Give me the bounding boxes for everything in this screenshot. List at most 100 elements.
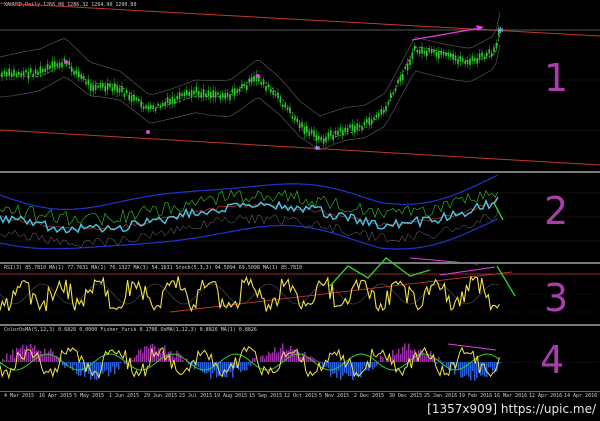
osma-histogram-bar (396, 353, 398, 362)
candle-body (435, 51, 438, 57)
candle-body (164, 101, 166, 106)
candle-body (373, 117, 375, 120)
osma-histogram-bar (330, 362, 332, 377)
fractal-marker (146, 130, 150, 134)
osma-histogram-bar (462, 362, 464, 378)
candle-body (306, 126, 308, 133)
candle-body (202, 89, 205, 96)
candle-body (42, 68, 44, 73)
candle-body (54, 61, 56, 68)
envelope-upper-line (0, 12, 501, 117)
osma-histogram-bar (420, 349, 422, 362)
candle-body (147, 105, 150, 110)
osma-histogram-bar (146, 346, 148, 362)
candle-body (140, 101, 142, 108)
date-tick-label: 5 May 2015 (74, 393, 105, 399)
candle-body (289, 107, 291, 114)
osma-histogram-bar (274, 347, 276, 362)
candle-body (97, 85, 99, 88)
star-marker: ✱ (314, 145, 319, 152)
rsi-pane[interactable]: RSI(3) 85.7810 MA(1) 77.7631 MA(1) 70.13… (0, 257, 600, 324)
candle-body (296, 118, 298, 123)
candle-body (126, 90, 128, 94)
candle-body (152, 105, 154, 109)
osma-pane[interactable]: ColorOsMA(5,12,3) 0.6826 0.0000 Fisher_Y… (0, 326, 600, 391)
candle-body (219, 94, 222, 100)
candle-body (222, 93, 224, 98)
candle-body (22, 71, 25, 76)
candle-body (366, 119, 368, 123)
candle-body (260, 81, 262, 85)
candle-body (310, 129, 313, 133)
candle-body (13, 69, 15, 76)
candle-body (224, 93, 226, 100)
date-tick-label: 23 Jul 2015 (179, 393, 213, 399)
candle-body (478, 53, 481, 60)
chart-window[interactable]: XAUUSD,Daily 1266.06 1286.32 1264.90 129… (0, 0, 600, 421)
osma-histogram-bar (332, 362, 334, 374)
candle-body (18, 71, 20, 76)
candle-body (253, 75, 255, 82)
osma-histogram-bar (192, 362, 194, 364)
osma-histogram-bar (470, 362, 472, 381)
candle-body (356, 123, 358, 130)
candle-body (176, 95, 178, 100)
osma-histogram-bar (328, 362, 330, 369)
osma-histogram-bar (290, 345, 292, 362)
osma-histogram-bar (406, 350, 408, 362)
date-tick-label: 2 Dec 2015 (354, 393, 385, 399)
osma-histogram-bar (358, 362, 360, 376)
osma-histogram-bar (104, 362, 106, 372)
candle-body (476, 58, 478, 64)
bands-pane[interactable]: 2 (0, 173, 600, 265)
osma-histogram-bar (428, 358, 430, 362)
price-pane[interactable]: XAUUSD,Daily 1266.06 1286.32 1264.90 129… (0, 0, 600, 171)
osma-histogram-bar (116, 362, 118, 368)
moving-average-line (0, 33, 501, 142)
candle-body (56, 63, 58, 67)
candle-body (39, 66, 42, 74)
date-tick-label: 14 Apr 2016 (564, 393, 598, 399)
osma-histogram-bar (248, 362, 250, 365)
signal-arrow (496, 265, 516, 297)
candle-body (344, 127, 346, 133)
osma-histogram-bar (80, 362, 82, 376)
candle-body (75, 69, 78, 75)
osma-histogram-bar (270, 353, 272, 362)
osma-indicator-svg (0, 343, 600, 381)
candle-body (226, 92, 229, 97)
candle-body (447, 52, 450, 57)
candle-body (459, 56, 462, 62)
candle-body (166, 97, 169, 103)
candle-body (452, 53, 454, 60)
candle-body (145, 106, 147, 109)
candle-body (102, 83, 104, 88)
candle-body (450, 53, 452, 58)
candle-body (210, 91, 212, 99)
osma-histogram-bar (466, 362, 468, 375)
osma-histogram-bar (400, 353, 402, 362)
osma-histogram-bar (472, 362, 474, 372)
candle-body (111, 87, 114, 92)
osma-histogram-bar (364, 362, 366, 367)
date-tick-label: 4 Mar 2015 (4, 393, 35, 399)
candle-body (214, 91, 217, 98)
date-tick-label: 19 Feb 2016 (459, 393, 493, 399)
candle-body (349, 124, 351, 128)
candle-body (130, 95, 133, 102)
candle-body (49, 65, 51, 69)
candle-body (234, 88, 236, 96)
candle-body (181, 93, 183, 96)
osma-histogram-bar (476, 362, 478, 379)
candle-body (20, 73, 22, 76)
osma-histogram-bar (460, 362, 462, 378)
osma-histogram-bar (182, 360, 184, 362)
candle-body (109, 83, 111, 88)
candle-body (272, 90, 274, 95)
signal-line (0, 189, 499, 226)
candle-body (409, 59, 411, 65)
candle-body (116, 86, 118, 93)
osma-histogram-bar (220, 362, 222, 374)
date-tick-label: 15 Sep 2015 (249, 393, 283, 399)
date-axis: 4 Mar 2015 16 Apr 2015 5 May 2015 1 Jun 201… (0, 391, 600, 402)
